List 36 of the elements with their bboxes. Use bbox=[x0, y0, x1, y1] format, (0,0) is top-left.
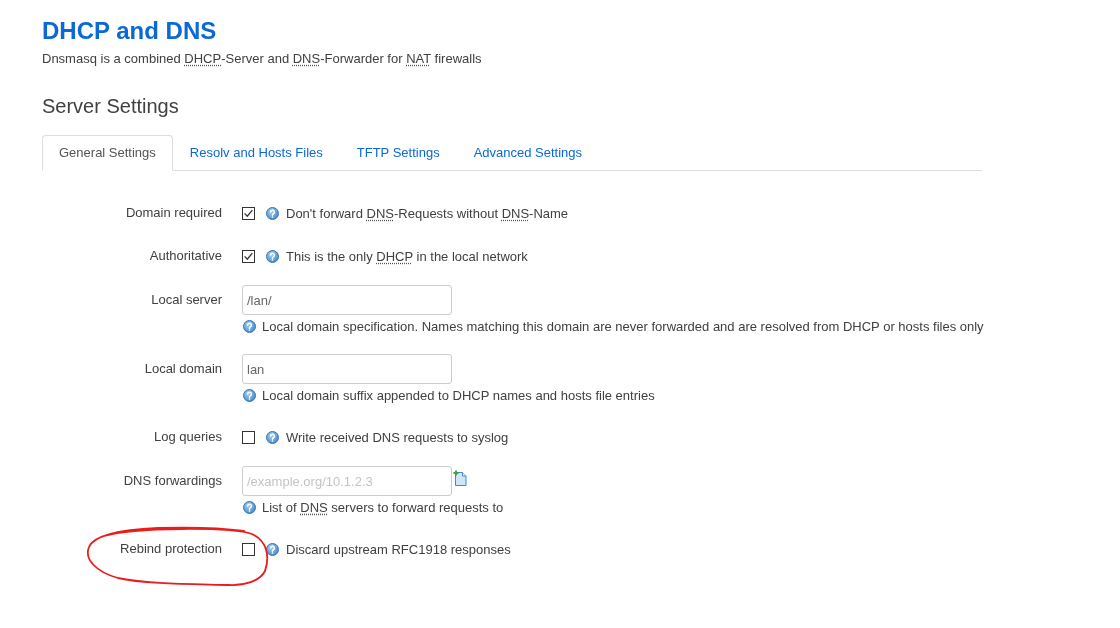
help-icon bbox=[266, 430, 279, 444]
field-label: Authoritative bbox=[149, 247, 222, 265]
input-field[interactable]: /example.org/10.1.2.3 bbox=[242, 466, 452, 496]
checkbox[interactable] bbox=[242, 206, 255, 220]
tab[interactable]: General Settings bbox=[42, 135, 173, 171]
help-text: This is the only DHCP in the local network bbox=[286, 248, 528, 264]
field-label: Domain required bbox=[125, 204, 222, 222]
field-label: DNS forwardings bbox=[123, 472, 222, 490]
checkbox[interactable] bbox=[242, 249, 255, 263]
page-title: DHCP and DNS bbox=[42, 16, 217, 46]
field-label: Local domain bbox=[144, 360, 222, 378]
help-icon bbox=[266, 206, 279, 220]
help-icon bbox=[243, 500, 256, 514]
help-text: Discard upstream RFC1918 responses bbox=[286, 541, 511, 557]
document-plus-icon[interactable] bbox=[453, 470, 468, 486]
field-label: Local server bbox=[151, 291, 222, 309]
input-field[interactable]: lan bbox=[242, 354, 452, 384]
field-label: Log queries bbox=[154, 428, 222, 446]
input-field[interactable]: /lan/ bbox=[242, 285, 452, 315]
help-icon bbox=[266, 542, 279, 556]
help-icon bbox=[243, 319, 256, 333]
checkbox[interactable] bbox=[242, 542, 255, 556]
help-icon bbox=[243, 388, 256, 402]
help-icon bbox=[266, 249, 279, 263]
help-text: Local domain suffix appended to DHCP names and hosts file entries bbox=[262, 387, 655, 403]
tab[interactable]: Resolv and Hosts Files bbox=[172, 135, 340, 171]
section-title: Server Settings bbox=[42, 94, 179, 118]
checkbox[interactable] bbox=[242, 430, 255, 444]
tab[interactable]: TFTP Settings bbox=[339, 135, 457, 171]
page-description: Dnsmasq is a combined DHCP-Server and DNS-Forwarder for NAT firewalls bbox=[42, 50, 482, 68]
field-label: Rebind protection bbox=[120, 540, 222, 558]
tab[interactable]: Advanced Settings bbox=[456, 135, 600, 171]
help-text: Don't forward DNS-Requests without DNS-Name bbox=[286, 205, 569, 221]
help-text: Local domain specification. Names matching this domain are never forwarded and are resolved from DHCP or hosts files only bbox=[262, 318, 984, 334]
help-text: Write received DNS requests to syslog bbox=[286, 429, 509, 445]
help-text: List of DNS servers to forward requests to bbox=[262, 499, 504, 515]
